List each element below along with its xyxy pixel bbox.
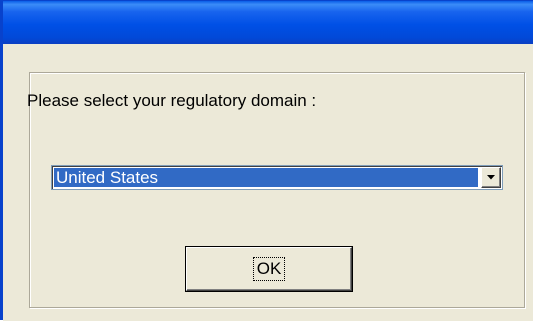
dialog-window: Please select your regulatory domain : U… xyxy=(0,0,533,321)
regulatory-domain-select[interactable]: United States xyxy=(51,165,503,190)
ok-button-label: OK xyxy=(252,257,286,281)
regulatory-domain-prompt: Please select your regulatory domain : xyxy=(27,91,317,110)
dropdown-button[interactable] xyxy=(481,167,501,188)
ok-button[interactable]: OK xyxy=(186,247,352,291)
dialog-body: Please select your regulatory domain : U… xyxy=(3,44,533,321)
chevron-down-icon xyxy=(487,175,495,180)
selected-domain-value[interactable]: United States xyxy=(54,168,478,187)
title-bar[interactable] xyxy=(3,1,533,44)
